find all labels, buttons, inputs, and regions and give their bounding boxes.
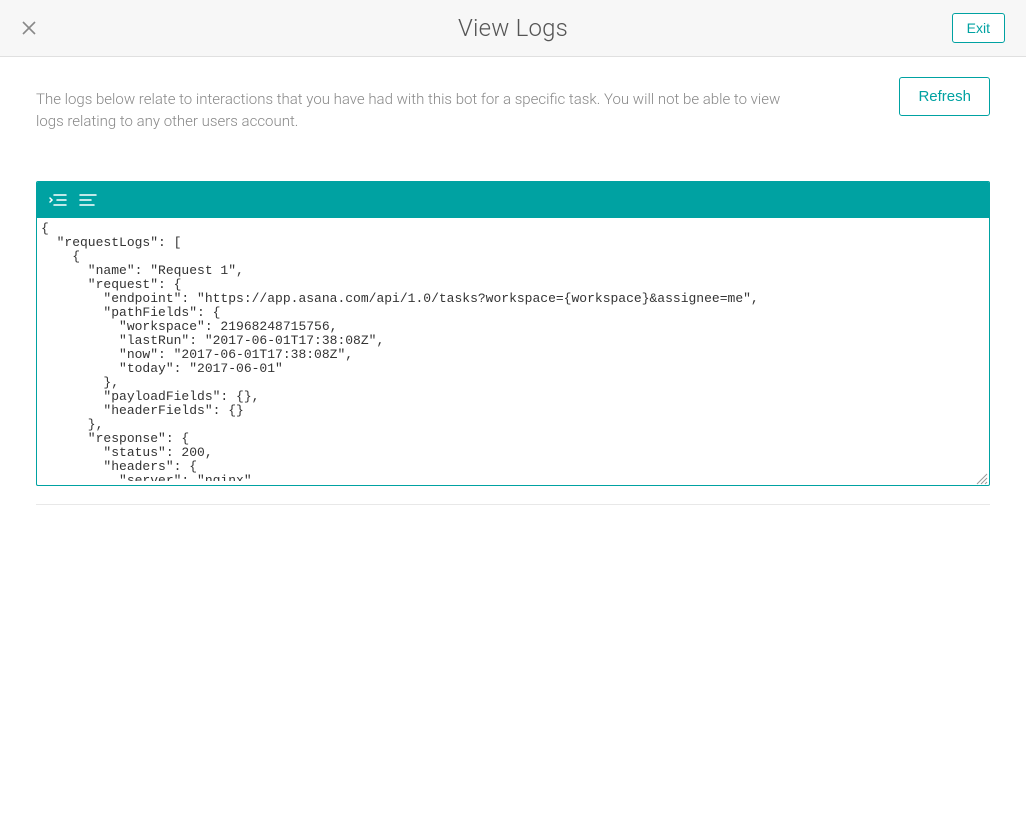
exit-button[interactable]: Exit xyxy=(952,13,1005,43)
log-textarea[interactable] xyxy=(37,218,989,481)
description-text: The logs below relate to interactions th… xyxy=(36,77,806,133)
editor-toolbar xyxy=(37,182,989,218)
page-title: View Logs xyxy=(458,14,568,42)
indent-icon[interactable] xyxy=(47,189,69,211)
log-editor xyxy=(36,181,990,486)
refresh-button[interactable]: Refresh xyxy=(899,77,990,116)
header-bar: View Logs Exit xyxy=(0,0,1026,57)
align-left-icon[interactable] xyxy=(77,189,99,211)
close-icon[interactable] xyxy=(22,21,36,35)
content-area: The logs below relate to interactions th… xyxy=(0,57,1026,525)
log-area xyxy=(37,218,989,485)
divider xyxy=(36,504,990,505)
info-row: The logs below relate to interactions th… xyxy=(36,77,990,133)
